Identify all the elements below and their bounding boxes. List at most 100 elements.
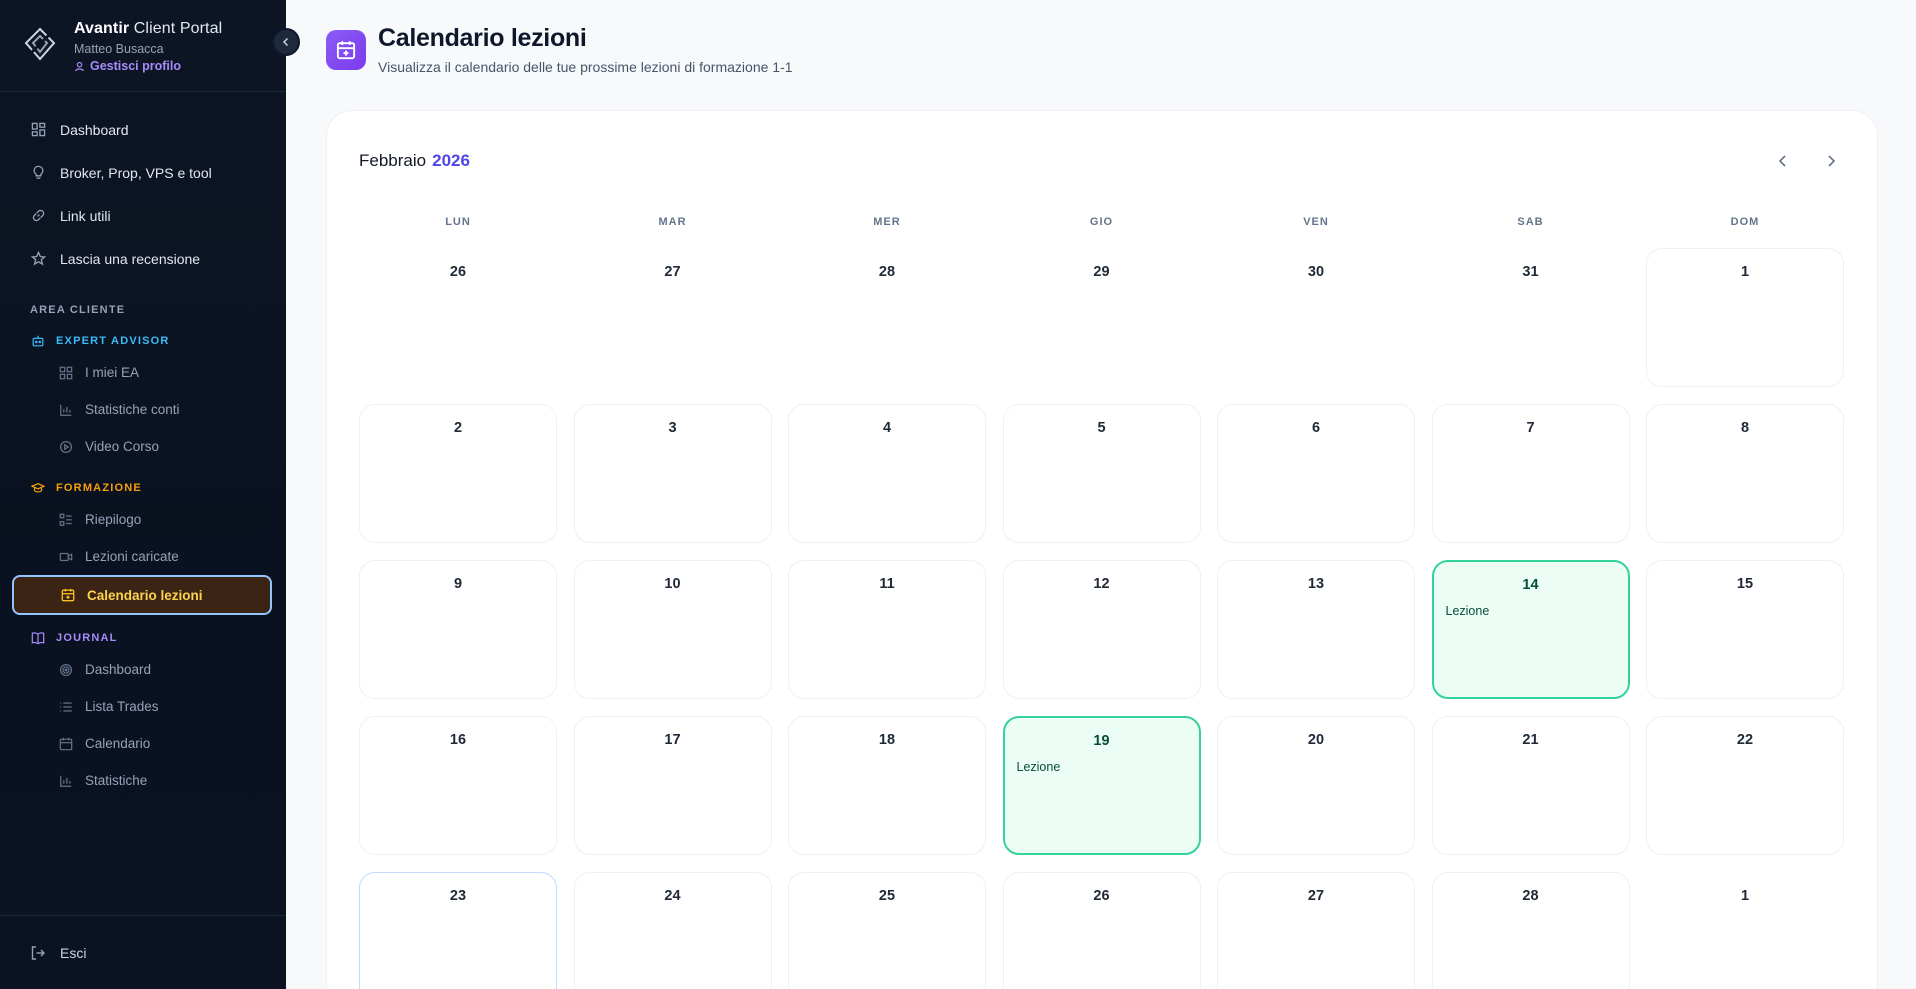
logout-button[interactable]: Esci	[0, 915, 286, 989]
nav-my-ea-label: I miei EA	[85, 365, 140, 380]
chevron-right-icon	[1828, 155, 1836, 167]
nav-uploaded-lessons[interactable]: Lezioni caricate	[0, 538, 286, 575]
day-number: 13	[1307, 576, 1325, 592]
nav-journal-stats[interactable]: Statistiche	[0, 762, 286, 799]
calendar-day[interactable]: 21	[1431, 716, 1630, 855]
nav-lesson-calendar-label: Calendario lezioni	[87, 587, 203, 603]
calendar-day[interactable]: 26	[1002, 872, 1201, 989]
nav-broker[interactable]: Broker, Prop, VPS e tool	[0, 151, 286, 194]
calendar-day[interactable]: 23	[359, 872, 557, 989]
lightbulb-icon	[30, 165, 46, 181]
calendar-day[interactable]: 8	[1646, 404, 1844, 543]
manage-profile-link[interactable]: Gestisci profilo	[74, 59, 222, 73]
calendar-day[interactable]: 27	[1217, 872, 1415, 989]
calendar-day[interactable]: 17	[573, 716, 772, 855]
next-month-button[interactable]	[1821, 151, 1841, 171]
calendar-day[interactable]: 25	[788, 872, 986, 989]
calendar-day[interactable]: 6	[1217, 404, 1415, 543]
calendar-day[interactable]: 7	[1431, 404, 1630, 543]
day-number: 3	[668, 420, 677, 436]
lesson-event[interactable]: Lezione	[1446, 604, 1490, 618]
brand-title: Avantir Client Portal	[74, 20, 223, 37]
month-label: Febbraio	[359, 151, 427, 170]
month-navigation	[1773, 151, 1841, 171]
day-number: 24	[664, 888, 681, 904]
nav-video-course[interactable]: Video Corso	[0, 428, 286, 465]
nav-account-stats[interactable]: Statistiche conti	[0, 391, 286, 428]
nav-my-ea[interactable]: I miei EA	[0, 354, 286, 391]
calendar-day[interactable]: 24	[573, 872, 772, 989]
star-icon	[30, 251, 46, 267]
group-formazione[interactable]: FORMAZIONE	[0, 475, 286, 501]
weekday-label: MER	[873, 216, 901, 228]
calendar-day[interactable]: 20	[1217, 716, 1415, 855]
nav-trades-list[interactable]: Lista Trades	[0, 688, 286, 725]
calendar-day[interactable]: 11	[788, 560, 986, 699]
page-title: Calendario lezioni	[378, 24, 587, 52]
day-number: 17	[664, 732, 681, 748]
calendar-day[interactable]: 16	[359, 716, 557, 855]
calendar-day[interactable]: 4	[788, 404, 986, 543]
nav-journal-dashboard[interactable]: Dashboard	[0, 651, 286, 688]
calendar-day: 1	[1646, 872, 1844, 989]
calendar-day: 28	[788, 248, 986, 387]
nav-review-label: Lascia una recensione	[60, 250, 201, 267]
nav-dashboard[interactable]: Dashboard	[0, 108, 286, 151]
day-number: 1	[1740, 888, 1750, 904]
day-number: 5	[1097, 420, 1106, 436]
user-name: Matteo Busacca	[74, 42, 164, 56]
nav-summary-label: Riepilogo	[85, 512, 142, 527]
lesson-event[interactable]: Lezione	[1017, 760, 1061, 774]
calendar-day[interactable]: 1	[1646, 248, 1844, 387]
day-number: 18	[878, 732, 896, 748]
page-header: Calendario lezioni Visualizza il calenda…	[326, 24, 793, 75]
day-number: 31	[1522, 264, 1539, 280]
bar-chart-icon	[58, 402, 74, 418]
logout-label: Esci	[60, 944, 87, 961]
video-camera-icon	[58, 549, 74, 565]
calendar-day-with-event[interactable]: 14 Lezione	[1431, 560, 1630, 699]
list-icon	[58, 512, 74, 528]
calendar-day: 31	[1432, 248, 1630, 387]
calendar-day[interactable]: 2	[359, 404, 557, 543]
group-expert-advisor[interactable]: EXPERT ADVISOR	[0, 328, 286, 354]
calendar-day[interactable]: 28	[1431, 872, 1630, 989]
calendar-day[interactable]: 5	[1002, 404, 1201, 543]
nav-trades-list-label: Lista Trades	[85, 699, 159, 714]
day-number: 28	[1522, 888, 1539, 904]
day-number: 7	[1526, 420, 1535, 436]
calendar-day[interactable]: 3	[573, 404, 772, 543]
calendar-day: 27	[574, 248, 772, 387]
calendar-day[interactable]: 12	[1002, 560, 1201, 699]
calendar-day[interactable]: 13	[1217, 560, 1415, 699]
group-journal[interactable]: JOURNAL	[0, 625, 286, 651]
nav-journal-calendar[interactable]: Calendario	[0, 725, 286, 762]
nav-lesson-calendar[interactable]: Calendario lezioni	[12, 575, 272, 615]
nav-summary[interactable]: Riepilogo	[0, 501, 286, 538]
logout-icon	[31, 945, 45, 960]
weekday-label: DOM	[1730, 216, 1760, 228]
nav-journal-stats-label: Statistiche	[85, 773, 148, 788]
day-number: 1	[1740, 264, 1750, 280]
graduation-cap-icon	[30, 480, 46, 496]
nav-links[interactable]: Link utili	[0, 194, 286, 237]
day-number: 12	[1093, 576, 1110, 592]
day-number: 25	[878, 888, 896, 904]
grid-icon	[58, 365, 74, 381]
calendar-day[interactable]: 10	[573, 560, 772, 699]
day-number: 14	[1522, 577, 1539, 593]
day-number: 9	[453, 576, 463, 592]
main-nav: Dashboard Broker, Prop, VPS e tool Link …	[0, 92, 286, 799]
calendar-day-with-event[interactable]: 19 Lezione	[1002, 716, 1201, 855]
calendar-day[interactable]: 9	[359, 560, 557, 699]
book-icon	[30, 630, 46, 646]
calendar-day[interactable]: 18	[788, 716, 986, 855]
previous-month-button[interactable]	[1773, 151, 1793, 171]
play-circle-icon	[58, 439, 74, 455]
day-number: 26	[449, 264, 467, 280]
nav-review[interactable]: Lascia una recensione	[0, 237, 286, 280]
user-icon	[75, 61, 84, 71]
calendar-day[interactable]: 15	[1646, 560, 1844, 699]
calendar-day[interactable]: 22	[1646, 716, 1844, 855]
day-number: 10	[664, 576, 681, 592]
